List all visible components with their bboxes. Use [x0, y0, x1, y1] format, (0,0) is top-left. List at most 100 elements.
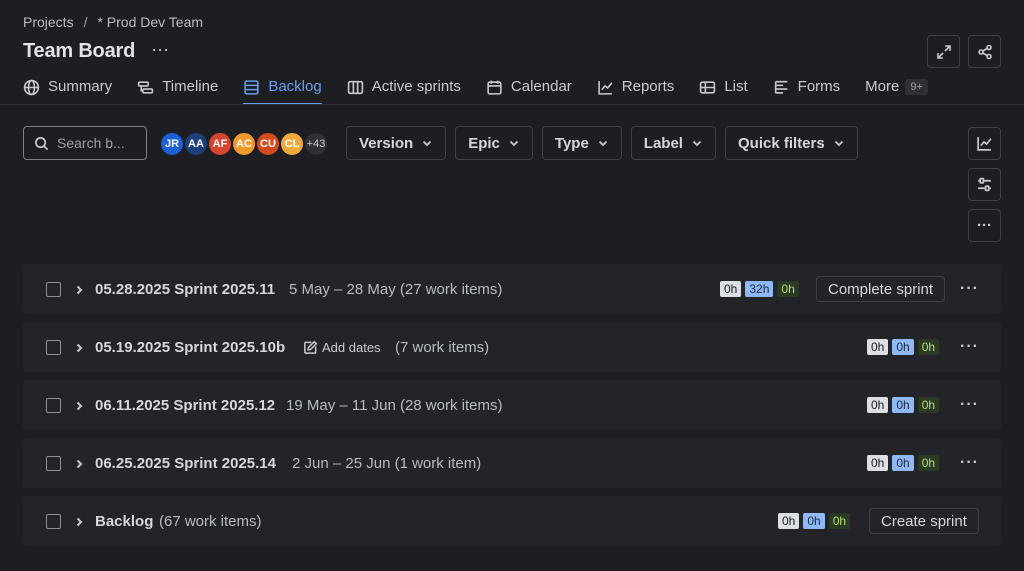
chevron-down-icon	[509, 140, 519, 147]
filter-type[interactable]: Type	[541, 126, 622, 160]
avatar[interactable]: AC	[231, 131, 257, 157]
tab-bar: Summary Timeline Backlog Active sprints …	[23, 78, 953, 105]
select-checkbox[interactable]	[46, 397, 61, 413]
breadcrumb-project[interactable]: * Prod Dev Team	[97, 14, 203, 30]
tab-label: More	[865, 78, 900, 95]
avatar-overflow[interactable]: +43	[303, 131, 329, 157]
done-hours-pill: 0h	[917, 339, 940, 355]
sprint-name[interactable]: 06.25.2025 Sprint 2025.14	[95, 455, 276, 472]
chevron-right-icon	[76, 285, 83, 295]
expand-toggle[interactable]	[73, 515, 85, 527]
form-icon	[774, 80, 787, 94]
avatar[interactable]: JR	[159, 131, 185, 157]
expand-toggle[interactable]	[73, 457, 85, 469]
more-actions-button[interactable]: ···	[968, 209, 1001, 242]
todo-hours-pill: 0h	[778, 513, 800, 529]
chart-icon	[977, 137, 992, 151]
in-progress-hours-pill: 0h	[892, 339, 914, 355]
insights-button[interactable]	[968, 127, 1001, 160]
backlog-name[interactable]: Backlog	[95, 513, 153, 530]
done-hours-pill: 0h	[917, 455, 940, 471]
sprint-more-button[interactable]: ···	[960, 454, 979, 472]
estimate-pills: 0h 0h 0h	[867, 455, 940, 471]
chevron-right-icon	[76, 401, 83, 411]
tab-calendar[interactable]: Calendar	[486, 78, 572, 105]
tab-label: Reports	[621, 78, 675, 95]
sprint-row: 05.28.2025 Sprint 2025.11 5 May – 28 May…	[23, 264, 1001, 314]
select-checkbox[interactable]	[46, 339, 61, 355]
in-progress-hours-pill: 0h	[803, 513, 825, 529]
tab-list[interactable]: List	[699, 78, 748, 105]
tab-backlog[interactable]: Backlog	[243, 78, 323, 105]
sprint-more-button[interactable]: ···	[960, 280, 979, 298]
expand-toggle[interactable]	[73, 399, 85, 411]
backlog-row: Backlog (67 work items) 0h 0h 0h Create …	[23, 496, 1001, 546]
breadcrumb-separator: /	[83, 14, 88, 30]
avatar-group: JR AA AF AC CU CL +43	[159, 131, 329, 157]
avatar[interactable]: CL	[279, 131, 305, 157]
tab-label: Active sprints	[371, 78, 461, 95]
timeline-icon	[137, 81, 154, 94]
filter-label[interactable]: Label	[630, 126, 716, 160]
expand-toggle[interactable]	[73, 283, 85, 295]
more-icon: ···	[977, 217, 992, 234]
select-checkbox[interactable]	[46, 455, 61, 471]
tab-more[interactable]: More 9+	[865, 78, 928, 105]
sprint-name[interactable]: 05.19.2025 Sprint 2025.10b	[95, 339, 285, 356]
avatar[interactable]: CU	[255, 131, 281, 157]
avatar[interactable]: AA	[183, 131, 209, 157]
todo-hours-pill: 0h	[867, 339, 889, 355]
sprint-info: 2 Jun – 25 Jun (1 work item)	[292, 454, 482, 472]
globe-icon	[23, 79, 40, 96]
tab-divider	[0, 104, 1024, 105]
chart-icon	[598, 81, 613, 95]
create-sprint-button[interactable]: Create sprint	[869, 508, 979, 534]
breadcrumb: Projects / * Prod Dev Team	[23, 14, 203, 30]
filter-epic[interactable]: Epic	[455, 126, 533, 160]
tab-timeline[interactable]: Timeline	[137, 78, 218, 105]
sprint-more-button[interactable]: ···	[960, 396, 979, 414]
sprint-row: 06.25.2025 Sprint 2025.14 2 Jun – 25 Jun…	[23, 438, 1001, 488]
avatar[interactable]: AF	[207, 131, 233, 157]
done-hours-pill: 0h	[828, 513, 851, 529]
in-progress-hours-pill: 0h	[892, 455, 914, 471]
breadcrumb-projects[interactable]: Projects	[23, 14, 74, 30]
sprint-name[interactable]: 05.28.2025 Sprint 2025.11	[95, 281, 275, 298]
filter-label: Quick filters	[737, 134, 825, 152]
sprint-name[interactable]: 06.11.2025 Sprint 2025.12	[95, 397, 275, 414]
view-settings-button[interactable]	[968, 168, 1001, 201]
edit-icon	[304, 340, 318, 354]
filter-version[interactable]: Version	[346, 126, 447, 160]
in-progress-hours-pill: 0h	[892, 397, 914, 413]
select-checkbox[interactable]	[46, 281, 61, 297]
backlog-info: (67 work items)	[159, 512, 262, 530]
estimate-pills: 0h 0h 0h	[867, 397, 940, 413]
tab-summary[interactable]: Summary	[23, 78, 112, 105]
estimate-pills: 0h 0h 0h	[778, 513, 851, 529]
search-input[interactable]: Search b...	[23, 126, 147, 160]
tab-reports[interactable]: Reports	[597, 78, 675, 105]
chevron-right-icon	[76, 459, 83, 469]
expand-toggle[interactable]	[73, 341, 85, 353]
complete-sprint-button[interactable]: Complete sprint	[816, 276, 946, 302]
select-checkbox[interactable]	[46, 513, 61, 529]
tab-label: Summary	[48, 78, 113, 95]
chevron-down-icon	[423, 140, 432, 147]
add-dates-button[interactable]: Add dates	[303, 340, 381, 355]
sliders-icon	[978, 177, 991, 192]
done-hours-pill: 0h	[917, 397, 940, 413]
sprint-more-button[interactable]: ···	[960, 338, 979, 356]
filter-quick-filters[interactable]: Quick filters	[724, 126, 858, 160]
chevron-down-icon	[692, 140, 702, 147]
done-hours-pill: 0h	[777, 281, 799, 297]
tab-forms[interactable]: Forms	[773, 78, 841, 105]
chevron-right-icon	[76, 517, 83, 527]
fullscreen-button[interactable]	[927, 35, 960, 68]
title-more-button[interactable]: ···	[151, 40, 169, 58]
share-icon	[977, 44, 992, 59]
share-button[interactable]	[968, 35, 1001, 68]
more-count-badge: 9+	[905, 79, 928, 95]
tab-label: Forms	[797, 78, 841, 95]
tab-active-sprints[interactable]: Active sprints	[347, 78, 461, 105]
tab-label: Timeline	[162, 78, 219, 95]
